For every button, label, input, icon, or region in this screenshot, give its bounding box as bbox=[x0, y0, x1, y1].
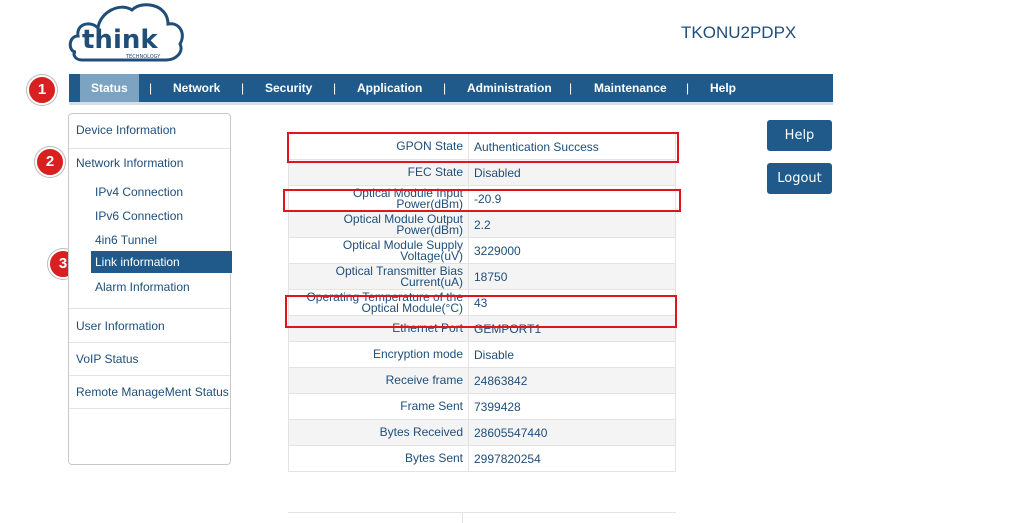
row-label: Ethernet Port bbox=[288, 315, 469, 342]
row-label: Optical Module Output Power(dBm) bbox=[288, 211, 469, 238]
row-label: Receive frame bbox=[288, 367, 469, 394]
secondary-table bbox=[288, 512, 676, 523]
sidebar-subitem-link-information[interactable]: Link information bbox=[91, 251, 232, 273]
table-row: Bytes Received 28605547440 bbox=[288, 419, 676, 446]
row-value: 24863842 bbox=[468, 367, 676, 394]
table-row: Frame Sent 7399428 bbox=[288, 393, 676, 420]
row-label: Bytes Received bbox=[288, 419, 469, 446]
row-label: GPON State bbox=[288, 133, 469, 160]
logout-button[interactable]: Logout bbox=[767, 163, 832, 194]
tab-security[interactable]: Security bbox=[265, 74, 312, 102]
table-row: FEC State Disabled bbox=[288, 159, 676, 186]
nav-separator: | bbox=[149, 81, 153, 95]
row-label: Bytes Sent bbox=[288, 445, 469, 472]
nav-separator: | bbox=[569, 81, 573, 95]
sidebar-subitem-ipv4-connection[interactable]: IPv4 Connection bbox=[95, 185, 183, 199]
tab-maintenance[interactable]: Maintenance bbox=[594, 74, 667, 102]
table-row: Optical Transmitter Bias Current(uA) 1875… bbox=[288, 263, 676, 290]
row-label: Frame Sent bbox=[288, 393, 469, 420]
row-value: GEMPORT1 bbox=[468, 315, 676, 342]
row-value: 7399428 bbox=[468, 393, 676, 420]
sidebar-subitem-alarm-information[interactable]: Alarm Information bbox=[95, 280, 190, 294]
table-row: Bytes Sent 2997820254 bbox=[288, 445, 676, 472]
step-badge-1: 1 bbox=[27, 75, 57, 105]
sidebar-divider bbox=[69, 408, 230, 409]
row-label: Encryption mode bbox=[288, 341, 469, 368]
sidebar-divider bbox=[69, 308, 230, 309]
tab-administration[interactable]: Administration bbox=[467, 74, 552, 102]
table-row: Optical Module Input Power(dBm) -20.9 bbox=[288, 185, 676, 212]
row-value: Disabled bbox=[468, 159, 676, 186]
nav-separator: | bbox=[333, 81, 337, 95]
device-model: TKONU2PDPX bbox=[681, 23, 797, 42]
table-row: GPON State Authentication Success bbox=[288, 133, 676, 160]
sidebar-divider bbox=[69, 342, 230, 343]
row-value: -20.9 bbox=[468, 185, 676, 212]
sidebar-subitem-ipv6-connection[interactable]: IPv6 Connection bbox=[95, 209, 183, 223]
tab-status[interactable]: Status bbox=[80, 74, 139, 102]
row-label: Optical Transmitter Bias Current(uA) bbox=[288, 263, 469, 290]
table-row: Encryption mode Disable bbox=[288, 341, 676, 368]
row-value: 2.2 bbox=[468, 211, 676, 238]
row-value: Disable bbox=[468, 341, 676, 368]
row-label: Optical Module Input Power(dBm) bbox=[288, 185, 469, 212]
sidebar: Device Information Network Information I… bbox=[68, 113, 232, 465]
sidebar-subitem-4in6-tunnel[interactable]: 4in6 Tunnel bbox=[95, 233, 157, 247]
think-logo: think TECHNOLOGY bbox=[68, 0, 188, 64]
row-label: Optical Module Supply Voltage(uV) bbox=[288, 237, 469, 264]
tab-network[interactable]: Network bbox=[173, 74, 220, 102]
step-badge-2: 2 bbox=[35, 147, 65, 177]
row-value: 43 bbox=[468, 289, 676, 316]
table-row: Optical Module Output Power(dBm) 2.2 bbox=[288, 211, 676, 238]
table-row: Receive frame 24863842 bbox=[288, 367, 676, 394]
help-button[interactable]: Help bbox=[767, 120, 832, 151]
nav-separator: | bbox=[686, 81, 690, 95]
row-value: 2997820254 bbox=[468, 445, 676, 472]
row-label: Operating Temperature of the Optical Mod… bbox=[288, 289, 469, 316]
row-value: Authentication Success bbox=[468, 133, 676, 160]
svg-text:think: think bbox=[82, 25, 158, 55]
tab-application[interactable]: Application bbox=[357, 74, 422, 102]
nav-separator: | bbox=[443, 81, 447, 95]
link-info-table: GPON State Authentication Success FEC Stat… bbox=[288, 133, 676, 472]
nav-separator: | bbox=[241, 81, 245, 95]
svg-text:TECHNOLOGY: TECHNOLOGY bbox=[125, 54, 161, 60]
row-value: 3229000 bbox=[468, 237, 676, 264]
row-value: 28605547440 bbox=[468, 419, 676, 446]
sidebar-divider bbox=[69, 375, 230, 376]
row-label: FEC State bbox=[288, 159, 469, 186]
table-row: Ethernet Port GEMPORT1 bbox=[288, 315, 676, 342]
table-row: Operating Temperature of the Optical Mod… bbox=[288, 289, 676, 316]
sidebar-divider bbox=[69, 148, 230, 149]
row-value: 18750 bbox=[468, 263, 676, 290]
table-row: Optical Module Supply Voltage(uV) 3229000 bbox=[288, 237, 676, 264]
main-nav: Status | Network | Security | Applicatio… bbox=[69, 74, 833, 105]
tab-help[interactable]: Help bbox=[710, 74, 736, 102]
